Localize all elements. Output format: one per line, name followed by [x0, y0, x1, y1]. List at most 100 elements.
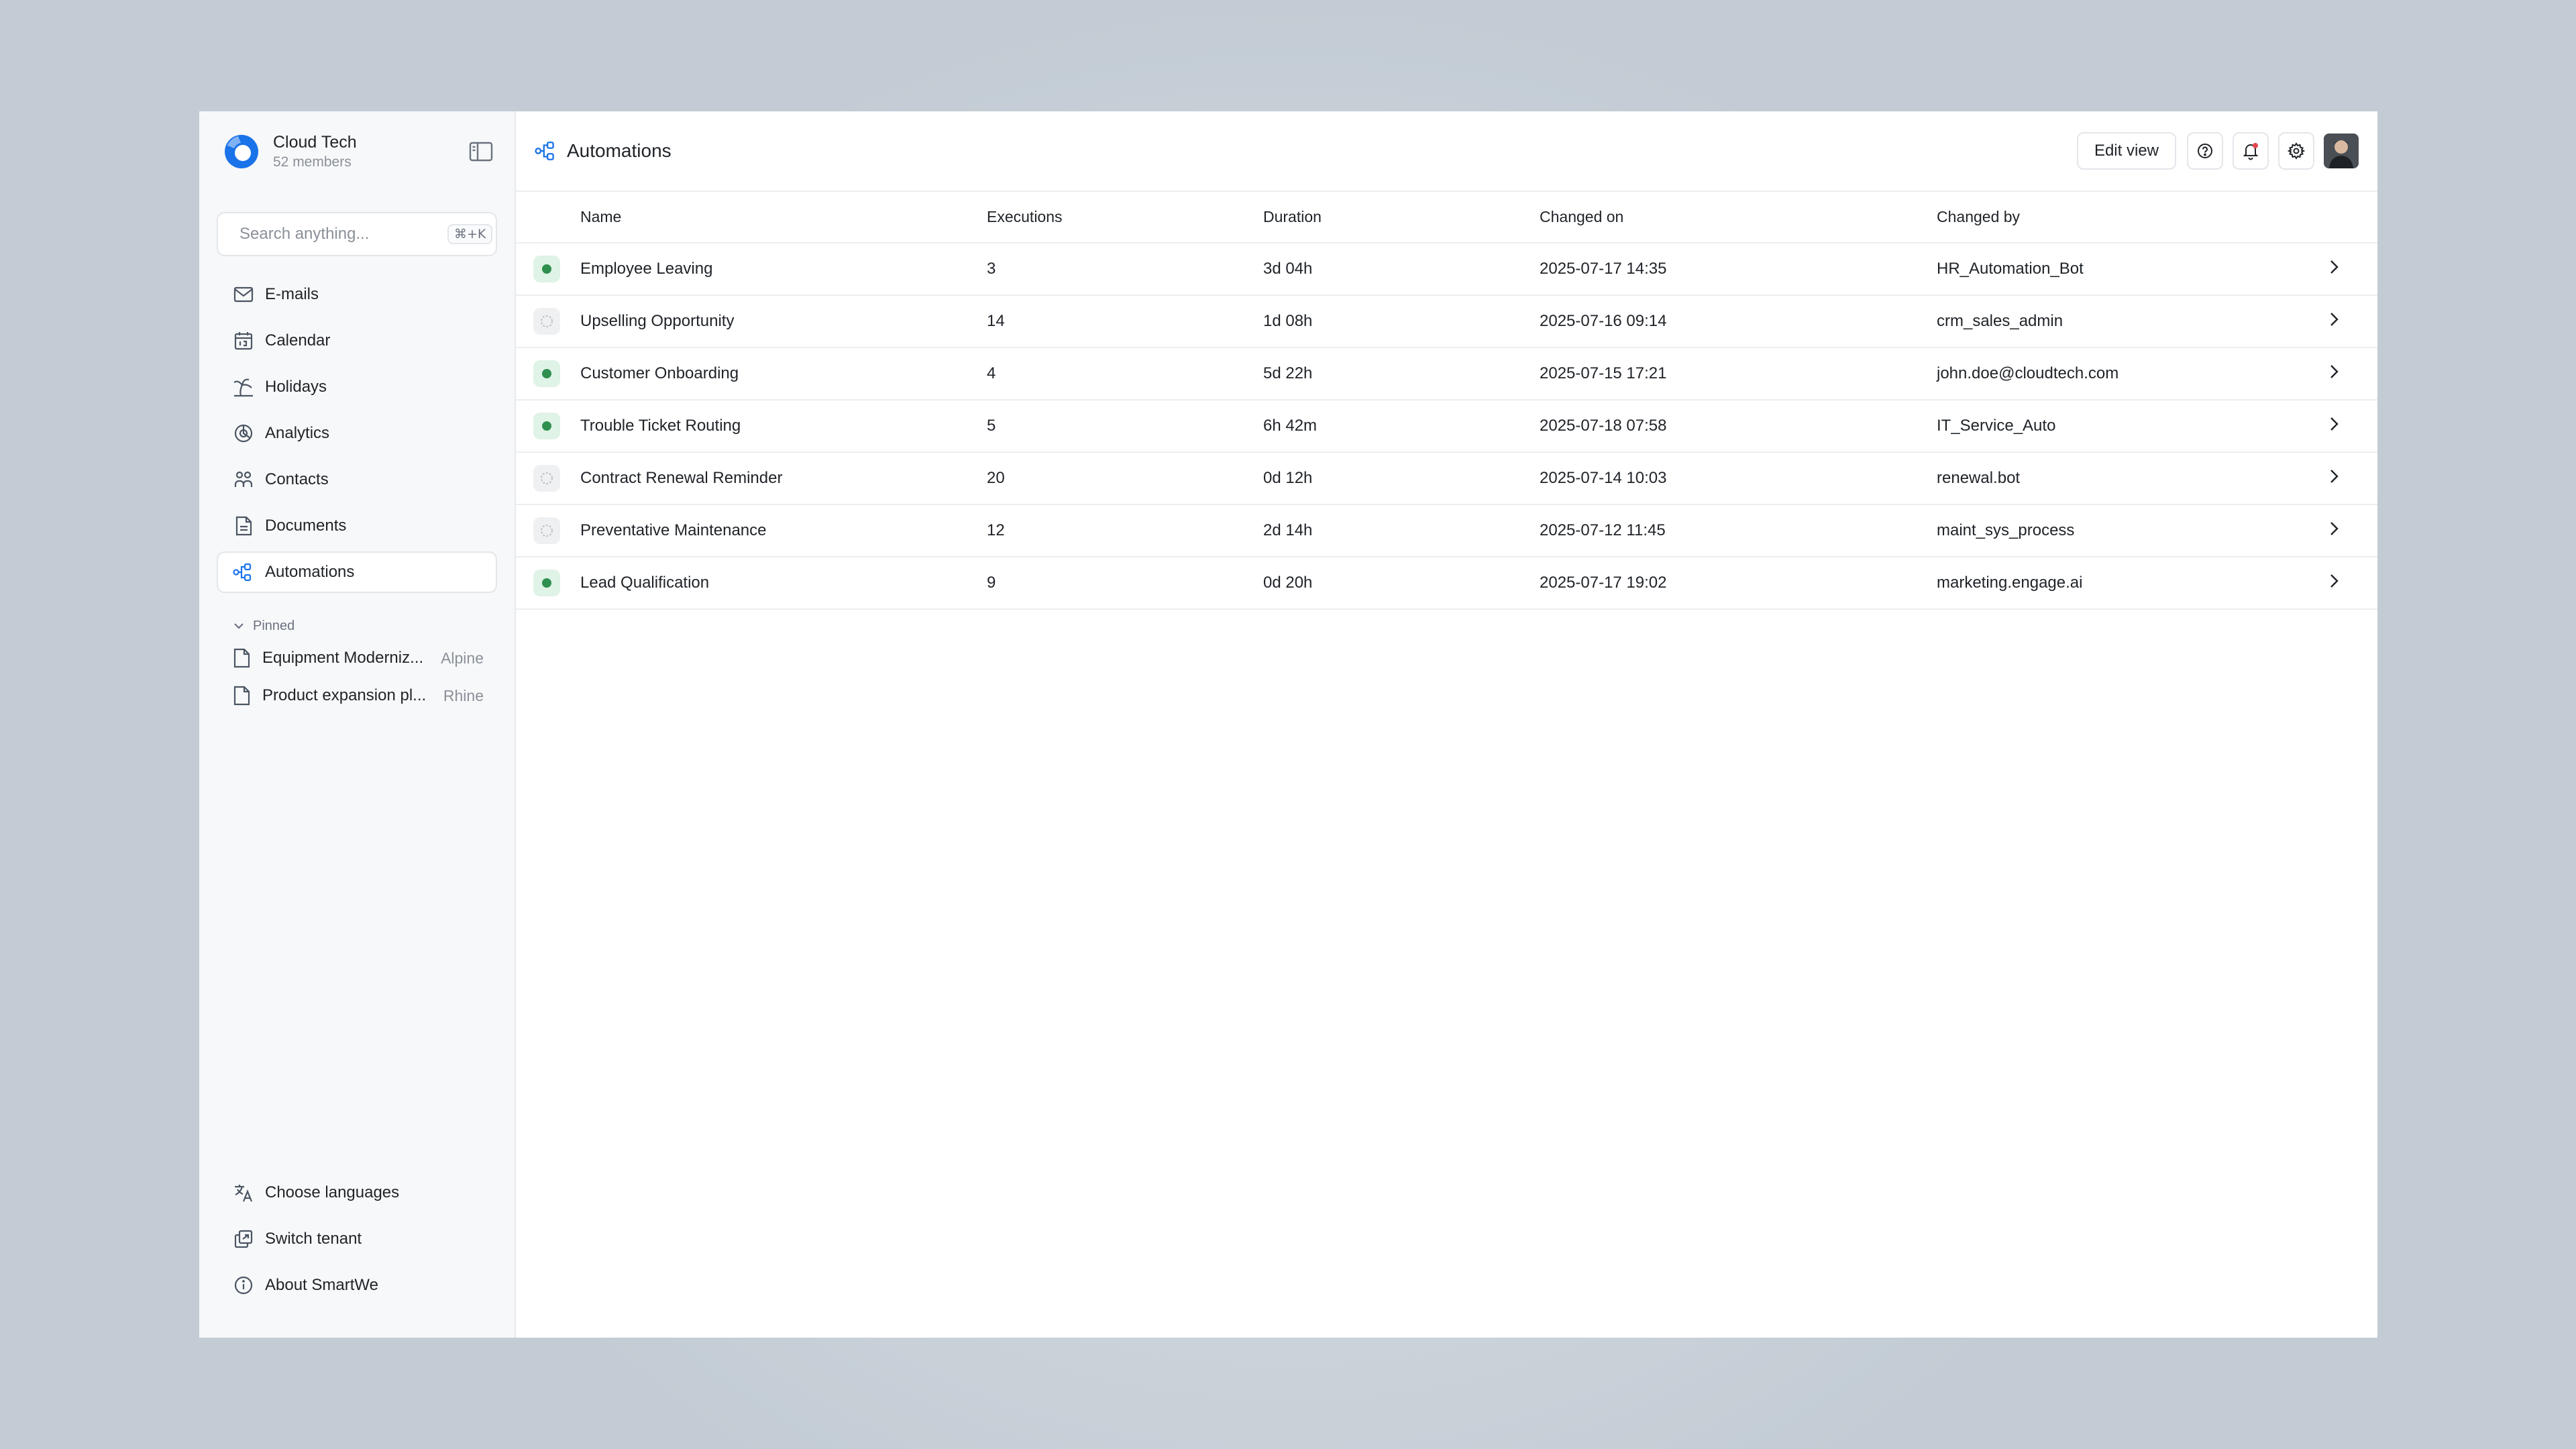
status-cell	[516, 243, 580, 296]
workspace-info: Cloud Tech 52 members	[273, 131, 468, 172]
help-button[interactable]	[2187, 132, 2223, 170]
nav-item-label: E-mails	[265, 285, 319, 303]
switch-icon	[233, 1228, 254, 1250]
table-row[interactable]: Trouble Ticket Routing 5 6h 42m 2025-07-…	[516, 400, 2377, 453]
chevron-right-icon	[2330, 521, 2339, 535]
inactive-status-icon	[541, 315, 553, 327]
brand-logo-icon	[225, 135, 258, 168]
pinned-item[interactable]: Equipment Moderniz... Alpine	[217, 639, 497, 677]
sidebar: Cloud Tech 52 members ⌘+K	[199, 111, 516, 1338]
workspace-header[interactable]: Cloud Tech 52 members	[217, 111, 497, 192]
chevron-right-icon	[2330, 312, 2339, 326]
duration-value: 0d 12h	[1263, 452, 1540, 505]
changed-by-value: HR_Automation_Bot	[1937, 243, 2324, 296]
search-input[interactable]	[239, 225, 447, 244]
search-box[interactable]: ⌘+K	[217, 212, 497, 256]
row-open-cell[interactable]	[2324, 452, 2377, 505]
executions-count: 5	[987, 400, 1263, 453]
nav-item-emails[interactable]: E-mails	[217, 274, 497, 315]
pinned-section-header[interactable]: Pinned	[217, 612, 497, 639]
page-title-text: Automations	[567, 140, 672, 161]
nav-item-documents[interactable]: Documents	[217, 505, 497, 547]
page-title: Automations	[535, 140, 2077, 162]
notifications-button[interactable]	[2233, 132, 2269, 170]
nav-item-label: Calendar	[265, 331, 331, 350]
status-badge	[533, 465, 560, 492]
nav-item-contacts[interactable]: Contacts	[217, 459, 497, 500]
workspace-name: Cloud Tech	[273, 133, 357, 152]
footer-nav: Choose languages Switch tenant About Sma…	[217, 1172, 497, 1311]
automation-name: Lead Qualification	[580, 557, 987, 610]
duration-value: 1d 08h	[1263, 295, 1540, 348]
row-open-cell[interactable]	[2324, 557, 2377, 610]
user-avatar-icon	[2324, 133, 2359, 168]
row-open-cell[interactable]	[2324, 504, 2377, 557]
executions-count: 9	[987, 557, 1263, 610]
status-badge	[533, 413, 560, 439]
automations-table: Name Executions Duration Changed on Chan…	[516, 192, 2377, 610]
row-open-cell[interactable]	[2324, 243, 2377, 296]
status-cell	[516, 557, 580, 610]
table-row[interactable]: Preventative Maintenance 12 2d 14h 2025-…	[516, 504, 2377, 557]
changed-by-value: maint_sys_process	[1937, 504, 2324, 557]
status-badge	[533, 360, 560, 387]
automation-name: Preventative Maintenance	[580, 504, 987, 557]
executions-count: 12	[987, 504, 1263, 557]
column-header-name[interactable]: Name	[580, 192, 987, 244]
duration-value: 2d 14h	[1263, 504, 1540, 557]
nav-item-label: Contacts	[265, 470, 329, 488]
column-header-changed-by[interactable]: Changed by	[1937, 192, 2324, 244]
column-header-duration[interactable]: Duration	[1263, 192, 1540, 244]
changed-by-value: john.doe@cloudtech.com	[1937, 347, 2324, 400]
automation-name: Trouble Ticket Routing	[580, 400, 987, 453]
column-header-executions[interactable]: Executions	[987, 192, 1263, 244]
nav-item-calendar[interactable]: Calendar	[217, 320, 497, 362]
nav-item-label: Documents	[265, 517, 347, 535]
calendar-icon	[233, 330, 254, 352]
nav-item-switch-tenant[interactable]: Switch tenant	[217, 1218, 497, 1260]
settings-button[interactable]	[2278, 132, 2314, 170]
chevron-down-icon	[234, 623, 244, 629]
table-row[interactable]: Upselling Opportunity 14 1d 08h 2025-07-…	[516, 295, 2377, 348]
main-content: Automations Edit view Name Executions Du…	[516, 111, 2377, 1338]
duration-value: 5d 22h	[1263, 347, 1540, 400]
pinned-item-tag: Alpine	[441, 649, 484, 667]
duration-value: 3d 04h	[1263, 243, 1540, 296]
row-open-cell[interactable]	[2324, 347, 2377, 400]
pinned-item[interactable]: Product expansion pl... Rhine	[217, 677, 497, 714]
row-open-cell[interactable]	[2324, 295, 2377, 348]
active-status-dot	[542, 369, 551, 378]
inactive-status-icon	[541, 472, 553, 484]
document-icon	[233, 515, 254, 537]
table-row[interactable]: Contract Renewal Reminder 20 0d 12h 2025…	[516, 452, 2377, 505]
status-badge	[533, 256, 560, 282]
executions-count: 20	[987, 452, 1263, 505]
user-avatar[interactable]	[2324, 133, 2359, 168]
nav-item-choose-languages[interactable]: Choose languages	[217, 1172, 497, 1214]
column-header-changed-on[interactable]: Changed on	[1540, 192, 1937, 244]
bell-icon	[2243, 143, 2259, 160]
table-row[interactable]: Lead Qualification 9 0d 20h 2025-07-17 1…	[516, 557, 2377, 610]
sidebar-toggle-button[interactable]	[468, 138, 494, 165]
nav-item-about[interactable]: About SmartWe	[217, 1265, 497, 1306]
table-row[interactable]: Employee Leaving 3 3d 04h 2025-07-17 14:…	[516, 243, 2377, 296]
nav-item-automations[interactable]: Automations	[217, 551, 497, 593]
changed-on-value: 2025-07-17 19:02	[1540, 557, 1937, 610]
app-window: Cloud Tech 52 members ⌘+K	[199, 111, 2377, 1338]
nav-item-label: Analytics	[265, 424, 330, 442]
row-open-cell[interactable]	[2324, 400, 2377, 453]
edit-view-button[interactable]: Edit view	[2076, 132, 2176, 170]
info-icon	[233, 1275, 254, 1296]
changed-on-value: 2025-07-17 14:35	[1540, 243, 1937, 296]
changed-on-value: 2025-07-12 11:45	[1540, 504, 1937, 557]
active-status-dot	[542, 264, 551, 274]
nav-item-label: Choose languages	[265, 1183, 400, 1201]
table-row[interactable]: Customer Onboarding 4 5d 22h 2025-07-15 …	[516, 347, 2377, 400]
status-cell	[516, 347, 580, 400]
status-cell	[516, 504, 580, 557]
nav-item-holidays[interactable]: Holidays	[217, 366, 497, 408]
nav-item-analytics[interactable]: Analytics	[217, 413, 497, 454]
changed-by-value: IT_Service_Auto	[1937, 400, 2324, 453]
nav-item-label: Holidays	[265, 378, 327, 396]
